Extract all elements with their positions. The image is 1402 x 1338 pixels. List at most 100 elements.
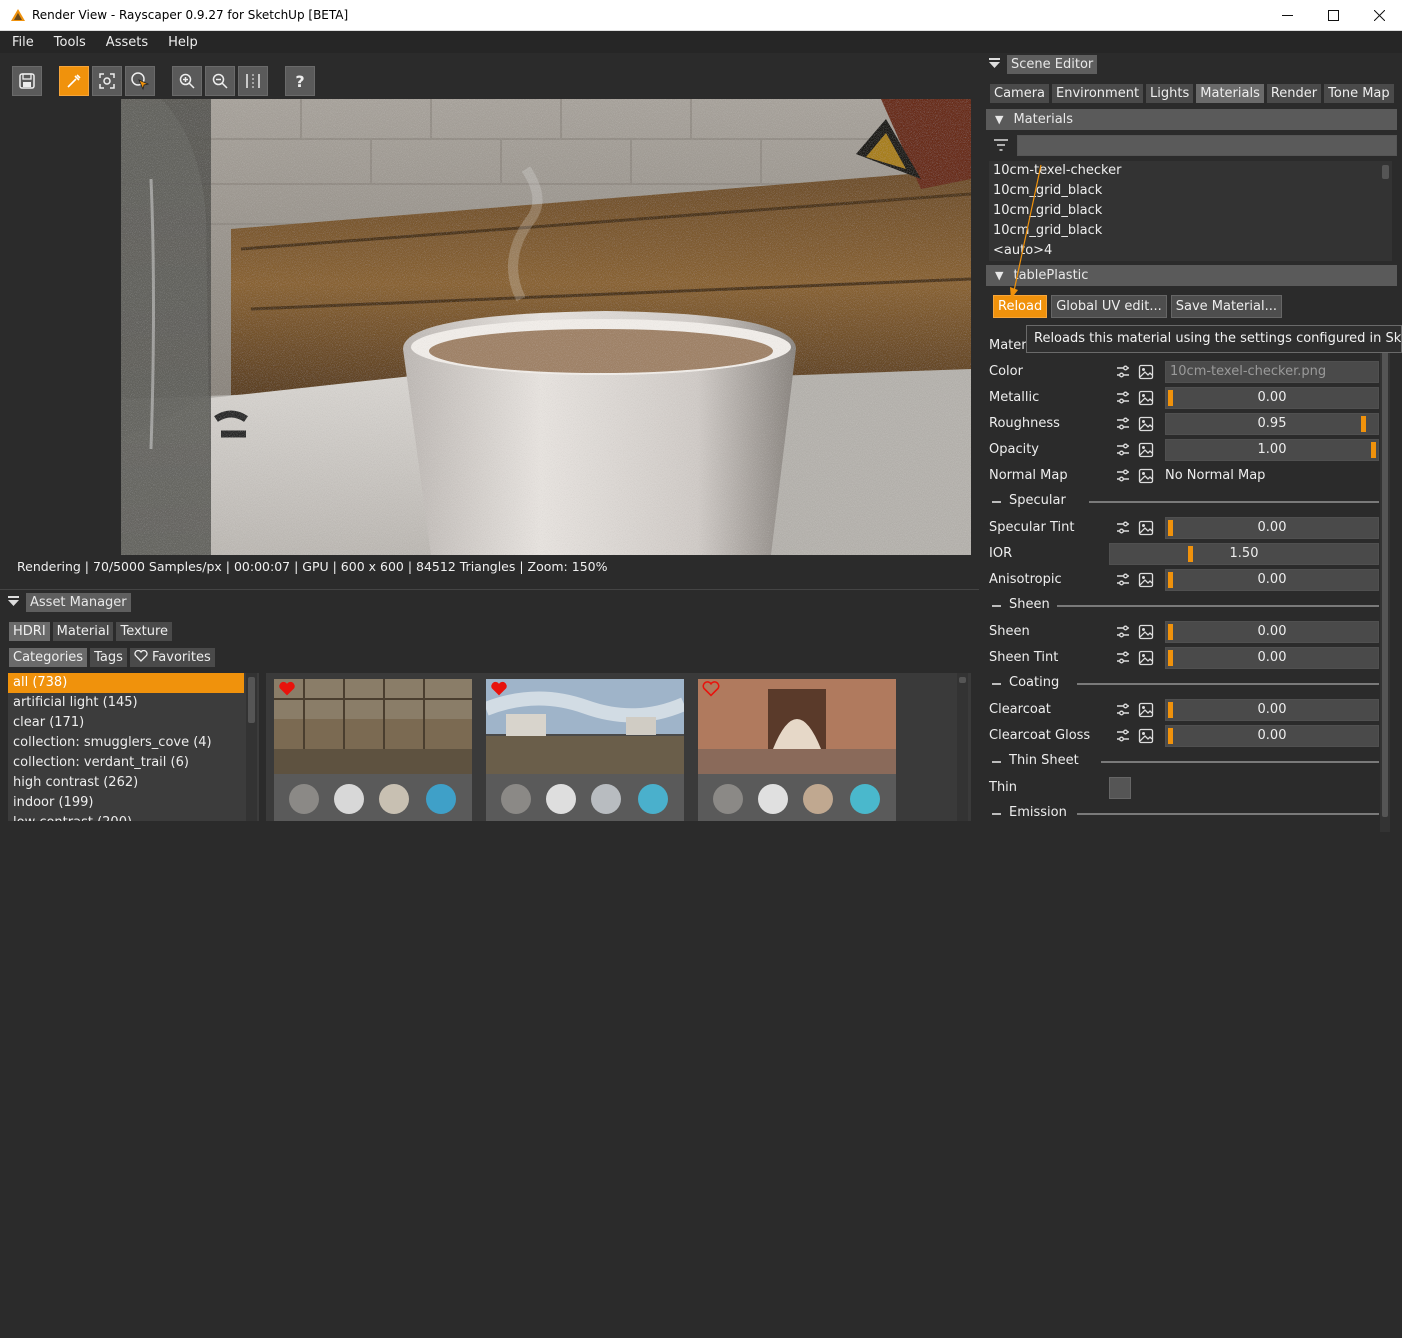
image-texture-icon[interactable] — [1138, 624, 1154, 640]
tab-render[interactable]: Render — [1266, 84, 1322, 103]
list-item[interactable]: 10cm-texel-checker — [989, 161, 1392, 181]
link-settings-icon[interactable] — [1115, 442, 1131, 458]
favorite-heart-outline-icon[interactable] — [702, 681, 720, 702]
link-settings-icon[interactable] — [1115, 520, 1131, 536]
menu-assets[interactable]: Assets — [94, 35, 156, 50]
hdri-thumbnail[interactable] — [698, 679, 896, 821]
tab-tone-map[interactable]: Tone Map — [1324, 84, 1394, 103]
image-texture-icon[interactable] — [1138, 702, 1154, 718]
menu-file[interactable]: File — [0, 35, 42, 50]
metallic-slider[interactable]: 0.00 — [1165, 387, 1379, 409]
list-item[interactable]: 10cm_grid_black — [989, 181, 1392, 201]
ior-slider[interactable]: 1.50 — [1109, 543, 1379, 565]
color-texture-field[interactable]: 10cm-texel-checker.png — [1165, 361, 1379, 383]
list-item[interactable]: <auto>4 — [989, 241, 1392, 261]
region-select-button[interactable] — [125, 66, 155, 96]
link-settings-icon[interactable] — [1115, 624, 1131, 640]
list-item[interactable]: collection: verdant_trail (6) — [8, 753, 244, 773]
link-settings-icon[interactable] — [1115, 572, 1131, 588]
help-button[interactable]: ? — [285, 66, 315, 96]
material-filter-input[interactable] — [1017, 135, 1397, 156]
scene-editor-title[interactable]: Scene Editor — [1007, 54, 1098, 74]
favorite-heart-icon[interactable] — [278, 681, 296, 702]
tab-tags[interactable]: Tags — [90, 648, 127, 667]
thin-checkbox[interactable] — [1109, 777, 1131, 799]
maximize-button[interactable] — [1310, 0, 1356, 31]
link-settings-icon[interactable] — [1115, 468, 1131, 484]
selected-material-header[interactable]: ▼ tablePlastic — [986, 265, 1397, 286]
favorite-heart-icon[interactable] — [490, 681, 508, 702]
minimize-button[interactable] — [1264, 0, 1310, 31]
list-item[interactable]: 10cm_grid_black — [989, 201, 1392, 221]
tab-texture[interactable]: Texture — [116, 622, 173, 641]
clearcoat-gloss-slider[interactable]: 0.00 — [1165, 725, 1379, 747]
collapse-arrow-icon[interactable] — [8, 595, 20, 609]
close-button[interactable] — [1356, 0, 1402, 31]
save-material-button[interactable]: Save Material... — [1170, 295, 1282, 318]
menu-tools[interactable]: Tools — [42, 35, 94, 50]
clearcoat-slider[interactable]: 0.00 — [1165, 699, 1379, 721]
list-item[interactable]: 10cm_grid_black — [989, 221, 1392, 241]
menu-help[interactable]: Help — [156, 35, 206, 50]
sheen-group-header[interactable]: Sheen — [989, 596, 1381, 616]
hdri-thumbnail[interactable] — [486, 679, 684, 821]
emission-group-header[interactable]: Emission — [989, 804, 1381, 824]
image-texture-icon[interactable] — [1138, 468, 1154, 484]
tab-favorites[interactable]: Favorites — [129, 648, 215, 667]
list-item[interactable]: indoor (199) — [8, 793, 244, 813]
asset-manager-title[interactable]: Asset Manager — [26, 592, 131, 612]
image-texture-icon[interactable] — [1138, 650, 1154, 666]
global-uv-edit-button[interactable]: Global UV edit... — [1051, 295, 1167, 318]
save-render-button[interactable] — [12, 66, 42, 96]
fit-view-button[interactable] — [238, 66, 268, 96]
link-settings-icon[interactable] — [1115, 728, 1131, 744]
opacity-slider[interactable]: 1.00 — [1165, 439, 1379, 461]
tab-lights[interactable]: Lights — [1146, 84, 1194, 103]
link-settings-icon[interactable] — [1115, 390, 1131, 406]
coating-group-header[interactable]: Coating — [989, 674, 1381, 694]
image-texture-icon[interactable] — [1138, 572, 1154, 588]
tab-categories[interactable]: Categories — [9, 648, 88, 667]
image-texture-icon[interactable] — [1138, 364, 1154, 380]
list-item[interactable]: artificial light (145) — [8, 693, 244, 713]
specular-tint-slider[interactable]: 0.00 — [1165, 517, 1379, 539]
zoom-out-button[interactable] — [205, 66, 235, 96]
link-settings-icon[interactable] — [1115, 364, 1131, 380]
anisotropic-slider[interactable]: 0.00 — [1165, 569, 1379, 591]
image-texture-icon[interactable] — [1138, 520, 1154, 536]
image-texture-icon[interactable] — [1138, 728, 1154, 744]
link-settings-icon[interactable] — [1115, 650, 1131, 666]
sheen-tint-slider[interactable]: 0.00 — [1165, 647, 1379, 669]
focus-pick-button[interactable] — [92, 66, 122, 96]
tab-environment[interactable]: Environment — [1052, 84, 1144, 103]
render-viewport[interactable] — [121, 99, 971, 555]
image-texture-icon[interactable] — [1138, 442, 1154, 458]
hdri-scrollbar[interactable] — [957, 673, 968, 821]
list-item[interactable]: low contrast (200) — [8, 813, 244, 821]
category-scrollbar[interactable] — [246, 673, 257, 821]
materials-section-header[interactable]: ▼ Materials — [986, 109, 1397, 130]
thin-sheet-group-header[interactable]: Thin Sheet — [989, 752, 1381, 772]
tab-camera[interactable]: Camera — [990, 84, 1050, 103]
material-list-scrollbar[interactable] — [1380, 161, 1392, 261]
tab-hdri[interactable]: HDRI — [9, 622, 50, 641]
tab-material[interactable]: Material — [52, 622, 114, 641]
sheen-slider[interactable]: 0.00 — [1165, 621, 1379, 643]
list-item[interactable]: high contrast (262) — [8, 773, 244, 793]
roughness-slider[interactable]: 0.95 — [1165, 413, 1379, 435]
material-pick-button[interactable] — [59, 66, 89, 96]
list-item[interactable]: clear (171) — [8, 713, 244, 733]
specular-group-header[interactable]: Specular — [989, 492, 1381, 512]
list-item[interactable]: all (738) — [8, 673, 244, 693]
hdri-thumbnail[interactable] — [274, 679, 472, 821]
rendered-image[interactable] — [121, 99, 971, 555]
list-item[interactable]: collection: smugglers_cove (4) — [8, 733, 244, 753]
link-settings-icon[interactable] — [1115, 702, 1131, 718]
filter-icon[interactable] — [993, 138, 1009, 152]
image-texture-icon[interactable] — [1138, 390, 1154, 406]
image-texture-icon[interactable] — [1138, 416, 1154, 432]
properties-scrollbar[interactable] — [1380, 343, 1390, 832]
link-settings-icon[interactable] — [1115, 416, 1131, 432]
collapse-arrow-icon[interactable] — [989, 57, 1001, 71]
zoom-in-button[interactable] — [172, 66, 202, 96]
